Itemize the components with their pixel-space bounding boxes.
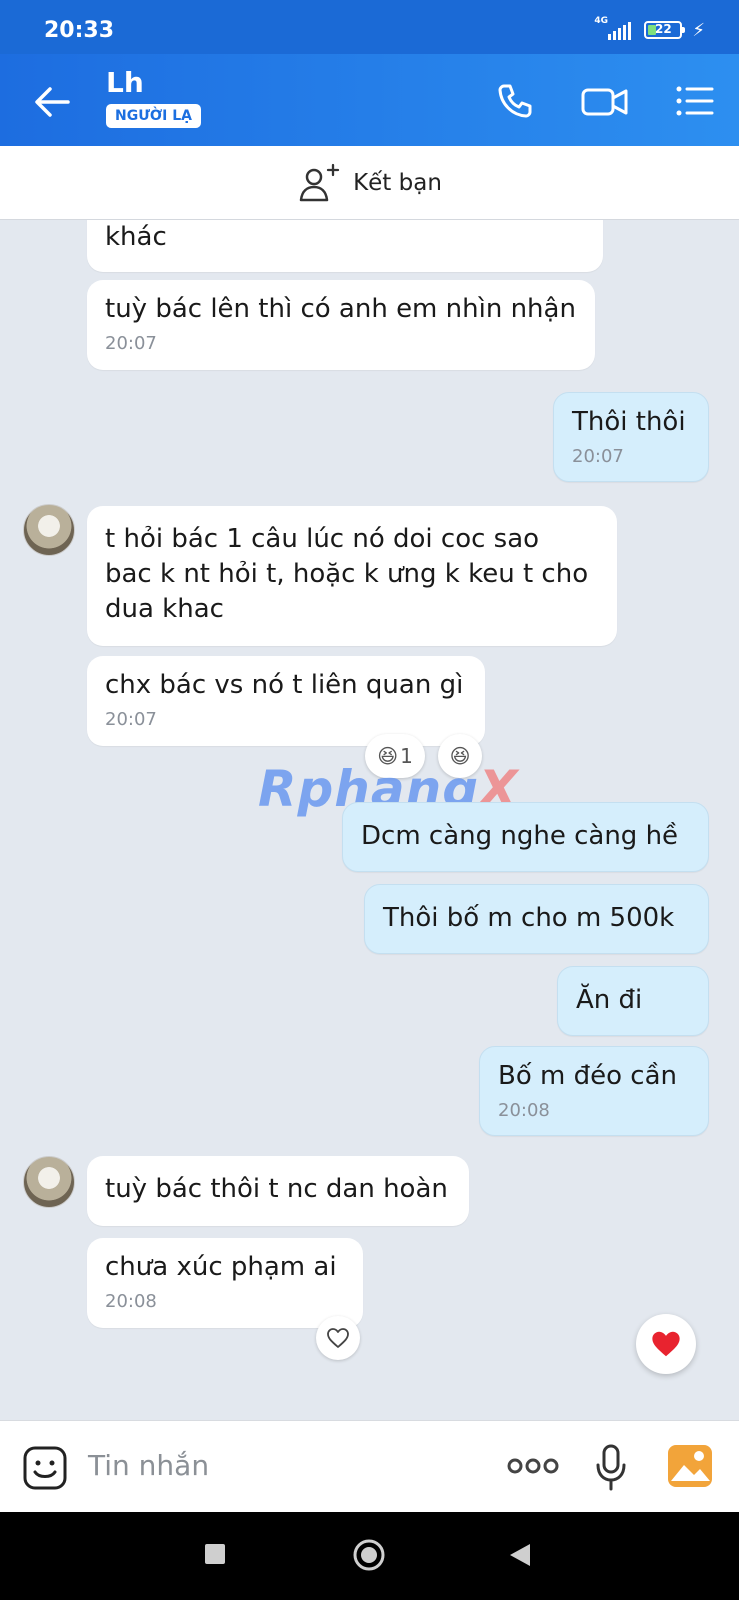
system-nav-bar: [0, 1512, 739, 1600]
add-friend-icon: [299, 163, 340, 201]
status-icons: 4G 22 ⚡: [594, 16, 705, 42]
message-composer: Tin nhắn: [0, 1420, 739, 1512]
heart-react-button[interactable]: [316, 1316, 360, 1360]
message-bubble[interactable]: tuỳ bác lên thì có anh em nhìn nhận 20:0…: [87, 280, 595, 370]
avatar[interactable]: [23, 1156, 75, 1208]
microphone-icon[interactable]: [594, 1443, 628, 1493]
chat-header: Lh NGƯỜI LẠ: [0, 54, 739, 146]
home-button[interactable]: [352, 1538, 386, 1572]
image-gallery-icon[interactable]: [666, 1443, 714, 1489]
message-time: 20:08: [105, 1291, 157, 1312]
message-bubble[interactable]: Thôi thôi 20:07: [553, 392, 709, 482]
message-time: 20:08: [498, 1100, 550, 1121]
back-arrow-icon[interactable]: [30, 80, 74, 124]
sticker-icon[interactable]: [22, 1445, 68, 1491]
message-bubble[interactable]: khác: [87, 220, 603, 272]
status-bar: 20:33 4G 22 ⚡: [0, 0, 739, 54]
add-friend-label: Kết bạn: [353, 169, 442, 196]
signal-icon: 4G: [594, 16, 634, 42]
message-bubble[interactable]: chx bác vs nó t liên quan gì 20:07: [87, 656, 485, 746]
message-bubble[interactable]: tuỳ bác thôi t nc dan hoàn: [87, 1156, 469, 1226]
heart-outline-icon: [327, 1328, 349, 1348]
battery-icon: 22: [644, 21, 686, 39]
stranger-badge: NGƯỜI LẠ: [106, 104, 201, 128]
message-bubble[interactable]: Ăn đi: [557, 966, 709, 1036]
add-friend-bar[interactable]: Kết bạn: [0, 146, 739, 220]
message-time: 20:07: [105, 333, 157, 354]
more-options-icon[interactable]: [506, 1453, 560, 1479]
video-call-icon[interactable]: [580, 78, 630, 124]
message-list[interactable]: khác tuỳ bác lên thì có anh em nhìn nhận…: [0, 220, 739, 1420]
message-bubble[interactable]: Dcm càng nghe càng hề: [342, 802, 709, 872]
battery-level: 22: [655, 22, 672, 36]
quick-heart-button[interactable]: [636, 1314, 696, 1374]
recent-apps-button[interactable]: [205, 1544, 225, 1564]
menu-list-icon[interactable]: [672, 78, 718, 124]
charging-icon: ⚡: [692, 19, 705, 41]
message-time: 20:07: [572, 446, 624, 467]
contact-name[interactable]: Lh: [106, 66, 144, 99]
message-bubble[interactable]: Bố m đéo cần 20:08: [479, 1046, 709, 1136]
message-bubble[interactable]: chưa xúc phạm ai 20:08: [87, 1238, 363, 1328]
status-time: 20:33: [44, 18, 115, 43]
message-input[interactable]: Tin nhắn: [88, 1449, 209, 1482]
message-time: 20:07: [105, 709, 157, 730]
message-bubble[interactable]: t hỏi bác 1 câu lúc nó doi coc sao bac k…: [87, 506, 617, 646]
heart-icon: [652, 1331, 680, 1357]
back-button[interactable]: [508, 1542, 532, 1568]
phone-call-icon[interactable]: [492, 78, 538, 124]
avatar[interactable]: [23, 504, 75, 556]
network-type: 4G: [594, 16, 609, 26]
message-bubble[interactable]: Thôi bố m cho m 500k: [364, 884, 709, 954]
